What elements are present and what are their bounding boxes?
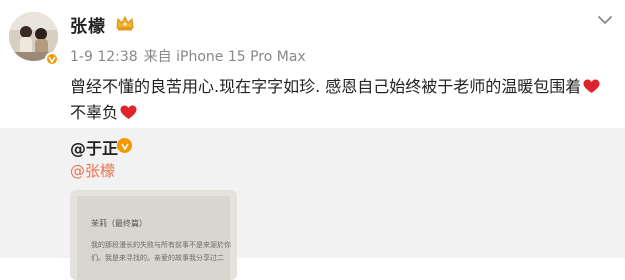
repost-image[interactable]: 茉莉（最终篇） 我的那段漫长的失败与所有前事不是来源於你 们。我是来寻找的。亲爱… xyxy=(70,190,237,280)
post-meta: 1-9 12:38 来自 iPhone 15 Pro Max xyxy=(70,46,312,66)
repost-mention-link[interactable]: @张檬 xyxy=(70,160,115,181)
author-name[interactable]: 张檬 xyxy=(70,12,106,37)
image-page: 茉莉（最终篇） 我的那段漫长的失败与所有前事不是来源於你 们。我是来寻找的。亲爱… xyxy=(77,196,231,280)
image-title: 茉莉（最终篇） xyxy=(91,219,147,228)
post-header: 张檬 1-9 12:38 来自 iPhone 15 Pro Max 曾经不懂的良苦… xyxy=(0,0,625,128)
post-source: 来自 iPhone 15 Pro Max xyxy=(143,49,306,65)
repost-author[interactable]: @于正 xyxy=(70,135,118,159)
chevron-down-icon[interactable] xyxy=(597,12,613,28)
red-heart-icon xyxy=(583,79,600,93)
verified-badge-icon xyxy=(117,138,132,153)
verified-badge-icon xyxy=(45,52,59,66)
image-text-line: 我的那段漫长的失败与所有前事不是来源於你 xyxy=(91,241,231,249)
post-text-part1: 曾经不懂的良苦用心.现在字字如珍. 感恩自己始终被于老师的温暖包围着 xyxy=(70,77,582,96)
image-text-line: 们。我是来寻找的。亲爱的故事我分享过二 xyxy=(91,254,224,262)
post-text: 曾经不懂的良苦用心.现在字字如珍. 感恩自己始终被于老师的温暖包围着 不辜负 xyxy=(70,74,610,126)
repost-section: @于正 @张檬 茉莉（最终篇） 我的那段漫长的失败与所有前事不是来源於你 们。我… xyxy=(0,128,625,280)
crown-icon xyxy=(116,15,134,31)
post-timestamp: 1-9 12:38 xyxy=(70,49,138,65)
post-text-part2: 不辜负 xyxy=(70,103,119,122)
red-heart-icon xyxy=(120,105,137,119)
